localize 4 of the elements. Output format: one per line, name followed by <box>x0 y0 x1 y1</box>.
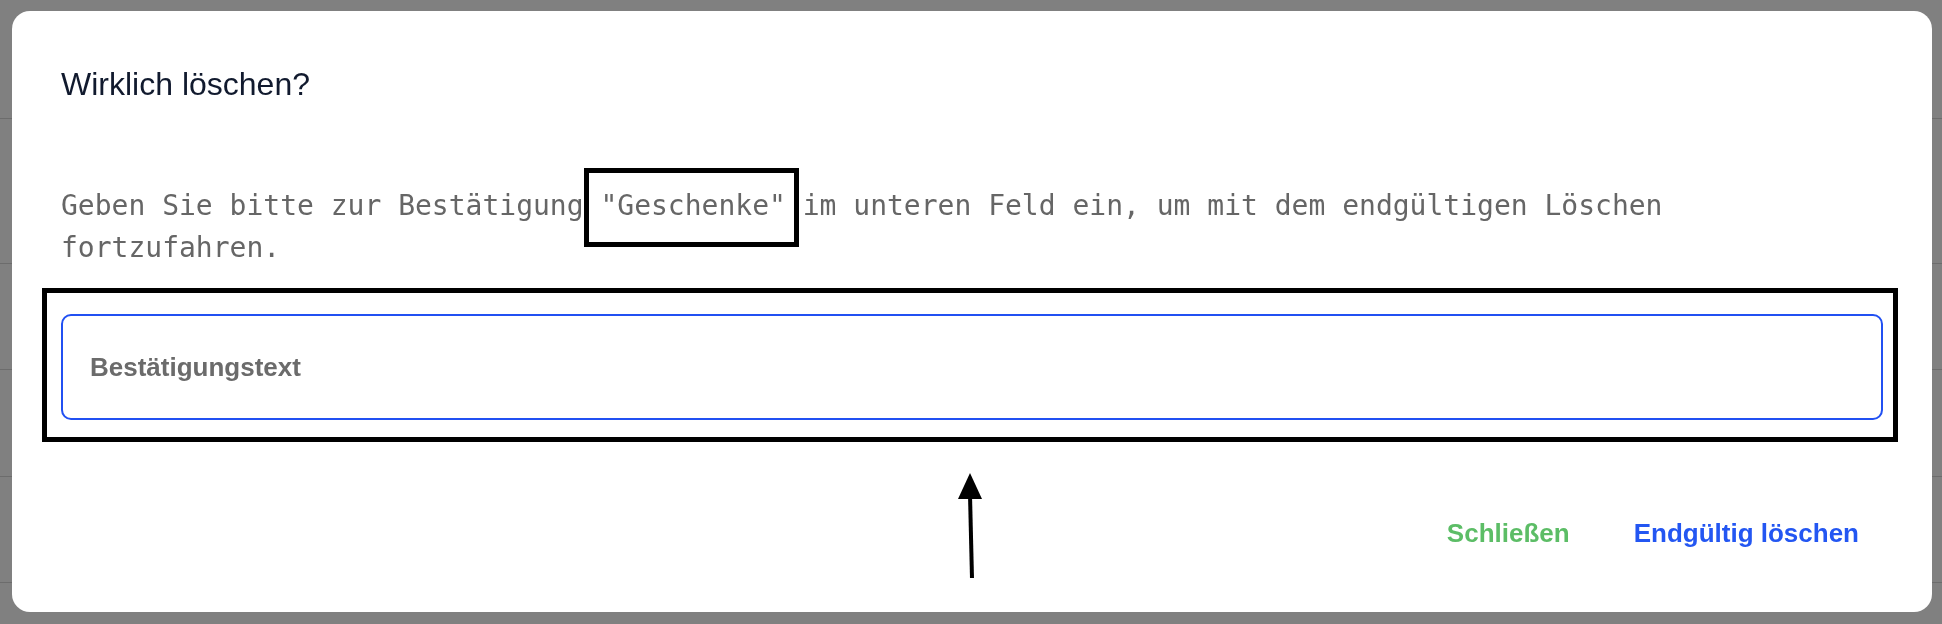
confirmation-message: Geben Sie bitte zur Bestätigung "Geschenke" im unteren Feld ein, um mit dem endgültigen Löschen fortzufahren. <box>61 188 1664 266</box>
delete-button[interactable]: Endgültig löschen <box>1609 508 1883 558</box>
dialog-title: Wirklich löschen? <box>61 65 310 103</box>
confirmation-input[interactable]: Bestätigungstext <box>61 314 1883 420</box>
